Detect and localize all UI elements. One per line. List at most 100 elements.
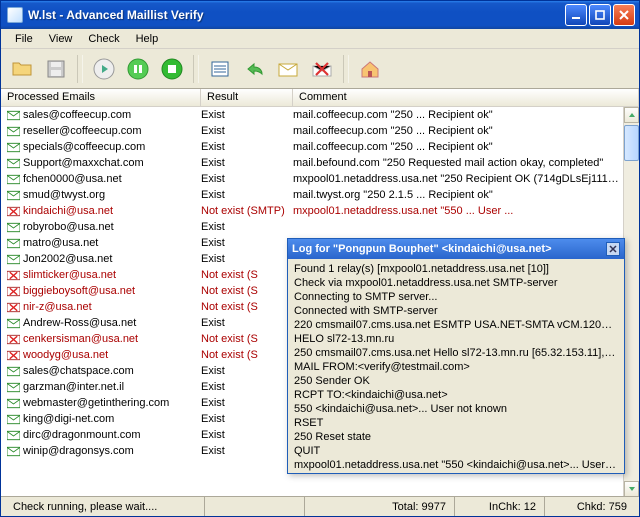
cell-email: fchen0000@usa.net [23,173,201,185]
menu-file[interactable]: File [7,31,41,47]
cell-email: woodyg@usa.net [23,349,201,361]
scroll-track[interactable] [624,123,639,481]
cell-email: sales@chatspace.com [23,365,201,377]
status-inchk: InChk: 12 [455,497,545,516]
cell-result: Not exist (S [201,333,293,345]
cell-email: specials@coffeecup.com [23,141,201,153]
menu-help[interactable]: Help [128,31,167,47]
table-row[interactable]: smud@twyst.orgExistmail.twyst.org "250 2… [1,187,639,203]
log-line: Connecting to SMTP server... [294,290,618,304]
status-bar: Check running, please wait.... Total: 99… [1,496,639,516]
table-row[interactable]: specials@coffeecup.comExistmail.coffeecu… [1,139,639,155]
list-button[interactable] [205,54,235,84]
cell-result: Exist [201,221,293,233]
cell-result: Not exist (S [201,301,293,313]
status-chkd: Chkd: 759 [545,497,635,516]
table-row[interactable]: Support@maxxchat.comExistmail.befound.co… [1,155,639,171]
mail-ok-icon [5,398,21,409]
cell-result: Exist [201,157,293,169]
cell-comment: mail.befound.com "250 Requested mail act… [293,157,639,169]
log-line: Check via mxpool01.netaddress.usa.net SM… [294,276,618,290]
cell-result: Not exist (S [201,285,293,297]
log-line: Connected with SMTP-server [294,304,618,318]
app-icon [7,7,23,23]
popup-body: Found 1 relay(s) [mxpool01.netaddress.us… [288,259,624,473]
status-total: Total: 9977 [305,497,455,516]
mail-ok-icon [5,142,21,153]
popup-title-bar[interactable]: Log for "Pongpun Bouphet" <kindaichi@usa… [288,239,624,259]
cell-result: Exist [201,381,293,393]
log-line: MAIL FROM:<verify@testmail.com> [294,360,618,374]
cell-comment: mail.coffeecup.com "250 ... Recipient ok… [293,109,639,121]
cell-result: Exist [201,109,293,121]
cell-result: Exist [201,141,293,153]
cell-email: robyrobo@usa.net [23,221,201,233]
table-row[interactable]: kindaichi@usa.netNot exist (SMTP)mxpool0… [1,203,639,219]
table-row[interactable]: fchen0000@usa.netExistmxpool01.netaddres… [1,171,639,187]
cell-email: reseller@coffeecup.com [23,125,201,137]
title-bar: W.lst - Advanced Maillist Verify [1,1,639,29]
mail-bad-icon [5,334,21,345]
cell-email: smud@twyst.org [23,189,201,201]
maximize-button[interactable] [589,4,611,26]
popup-title: Log for "Pongpun Bouphet" <kindaichi@usa… [292,243,606,255]
minimize-button[interactable] [565,4,587,26]
cell-result: Exist [201,365,293,377]
stop-button[interactable] [157,54,187,84]
save-button[interactable] [41,54,71,84]
mail-bad-icon [5,206,21,217]
cell-email: kindaichi@usa.net [23,205,201,217]
cell-email: Support@maxxchat.com [23,157,201,169]
home-button[interactable] [355,54,385,84]
cell-email: Jon2002@usa.net [23,253,201,265]
scroll-thumb[interactable] [624,125,639,161]
cell-comment: mail.coffeecup.com "250 ... Recipient ok… [293,141,639,153]
menu-bar: File View Check Help [1,29,639,49]
table-row[interactable]: robyrobo@usa.netExist [1,219,639,235]
close-button[interactable] [613,4,635,26]
mail-ok-icon [5,238,21,249]
popup-close-button[interactable] [606,242,620,256]
cell-result: Exist [201,317,293,329]
mail-ok-icon [5,366,21,377]
mail-ok-icon [5,110,21,121]
cell-email: webmaster@getinthering.com [23,397,201,409]
cell-email: winip@dragonsys.com [23,445,201,457]
cell-email: Andrew-Ross@usa.net [23,317,201,329]
log-line: 220 cmsmail07.cms.usa.net ESMTP USA.NET-… [294,318,618,332]
mail-ok-icon [5,318,21,329]
log-line: 550 <kindaichi@usa.net>... User not know… [294,402,618,416]
mail-bad-icon [5,270,21,281]
cell-result: Not exist (SMTP) [201,205,293,217]
mail-ok-icon [5,158,21,169]
play-button[interactable] [89,54,119,84]
cell-result: Exist [201,253,293,265]
column-email[interactable]: Processed Emails [1,89,201,106]
open-button[interactable] [7,54,37,84]
table-row[interactable]: reseller@coffeecup.comExistmail.coffeecu… [1,123,639,139]
column-comment[interactable]: Comment [293,89,639,106]
cell-result: Exist [201,237,293,249]
column-result[interactable]: Result [201,89,293,106]
cell-result: Exist [201,413,293,425]
cell-comment: mxpool01.netaddress.usa.net "250 Recipie… [293,173,639,185]
table-row[interactable]: sales@coffeecup.comExistmail.coffeecup.c… [1,107,639,123]
menu-view[interactable]: View [41,31,81,47]
vertical-scrollbar[interactable] [623,107,639,497]
status-running: Check running, please wait.... [5,497,205,516]
cell-email: matro@usa.net [23,237,201,249]
log-line: QUIT [294,444,618,458]
mail-bad-icon [5,286,21,297]
log-line: 250 cmsmail07.cms.usa.net Hello sl72-13.… [294,346,618,360]
reply-button[interactable] [239,54,269,84]
scroll-down-button[interactable] [624,481,639,497]
cell-result: Exist [201,173,293,185]
pause-button[interactable] [123,54,153,84]
log-line: RSET [294,416,618,430]
cell-result: Not exist (S [201,349,293,361]
delete-button[interactable] [307,54,337,84]
cell-email: garzman@inter.net.il [23,381,201,393]
mail-button[interactable] [273,54,303,84]
menu-check[interactable]: Check [80,31,127,47]
scroll-up-button[interactable] [624,107,639,123]
